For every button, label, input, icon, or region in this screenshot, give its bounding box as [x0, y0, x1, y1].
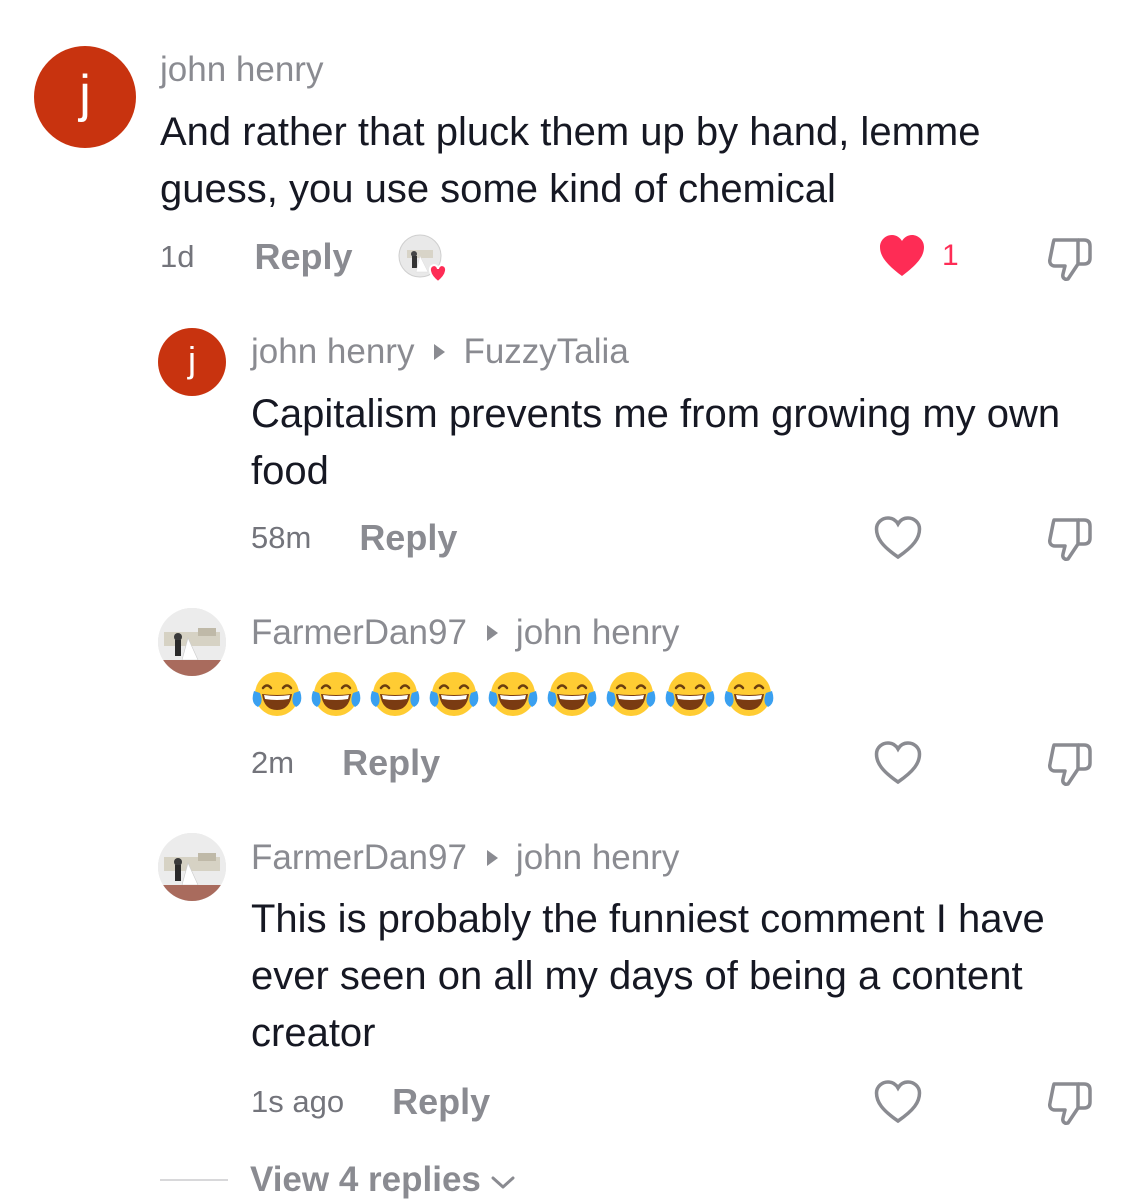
creator-liked-badge — [398, 234, 450, 286]
comment-text: This is probably the funniest comment I … — [251, 897, 1045, 1055]
thumbs-down-icon[interactable] — [1046, 236, 1094, 282]
profile-photo — [158, 833, 226, 901]
comment-author[interactable]: FarmerDan97 — [251, 613, 467, 653]
tears-of-joy-emoji — [252, 672, 302, 716]
comment-time: 2m — [251, 745, 295, 780]
comment-time: 1s ago — [251, 1084, 345, 1119]
heart-icon[interactable] — [874, 1080, 922, 1124]
reply-button[interactable]: Reply — [359, 517, 457, 559]
avatar[interactable] — [158, 608, 226, 676]
reply-button[interactable]: Reply — [392, 1081, 490, 1123]
reply-button[interactable]: Reply — [342, 742, 440, 784]
reply-arrow-icon — [486, 850, 498, 866]
chevron-down-icon — [491, 1176, 515, 1189]
view-replies-label: View 4 replies — [250, 1160, 481, 1199]
thumbs-down-icon[interactable] — [1046, 516, 1094, 562]
reply-to-user[interactable]: FuzzyTalia — [463, 332, 628, 372]
like-count: 1 — [942, 239, 959, 272]
view-replies-button[interactable]: View 4 replies — [160, 1160, 517, 1200]
comment-author-line: FarmerDan97 john henry — [251, 613, 679, 653]
comment-author[interactable]: john henry — [160, 50, 323, 90]
divider — [160, 1179, 228, 1181]
avatar[interactable]: j — [34, 46, 136, 148]
comment-text: And rather that pluck them up by hand, l… — [160, 110, 981, 211]
comment-time: 1d — [160, 239, 195, 274]
heart-icon[interactable] — [874, 741, 922, 785]
profile-photo — [158, 608, 226, 676]
avatar[interactable] — [158, 833, 226, 901]
comment-author[interactable]: FarmerDan97 — [251, 838, 467, 878]
tears-of-joy-emoji — [547, 672, 597, 716]
comment-author-line: FarmerDan97 john henry — [251, 838, 679, 878]
tears-of-joy-emoji — [606, 672, 656, 716]
comment-meta: 2m Reply — [251, 742, 440, 784]
comment-meta: 1d Reply — [160, 236, 353, 278]
comment-emoji-text — [252, 669, 783, 719]
comment-text: Capitalism prevents me from growing my o… — [251, 392, 1061, 493]
tears-of-joy-emoji — [311, 672, 361, 716]
comment-author[interactable]: john henry — [251, 332, 414, 372]
thumbs-down-icon[interactable] — [1046, 1080, 1094, 1126]
tears-of-joy-emoji — [488, 672, 538, 716]
reply-arrow-icon — [434, 344, 446, 360]
reply-to-user[interactable]: john henry — [516, 613, 679, 653]
like-control[interactable]: 1 — [878, 234, 959, 278]
heart-icon[interactable] — [878, 234, 926, 278]
tears-of-joy-emoji — [429, 672, 479, 716]
comment-time: 58m — [251, 520, 312, 555]
heart-icon[interactable] — [874, 516, 922, 560]
comment-author-line: john henry — [160, 50, 323, 90]
thumbs-down-icon[interactable] — [1046, 741, 1094, 787]
reply-button[interactable]: Reply — [254, 236, 352, 278]
avatar[interactable]: j — [158, 328, 226, 396]
reply-arrow-icon — [486, 625, 498, 641]
comment-author-line: john henry FuzzyTalia — [251, 332, 629, 372]
tears-of-joy-emoji — [665, 672, 715, 716]
comment-meta: 58m Reply — [251, 517, 457, 559]
tears-of-joy-emoji — [370, 672, 420, 716]
reply-to-user[interactable]: john henry — [516, 838, 679, 878]
tears-of-joy-emoji — [724, 672, 774, 716]
comment-meta: 1s ago Reply — [251, 1081, 490, 1123]
